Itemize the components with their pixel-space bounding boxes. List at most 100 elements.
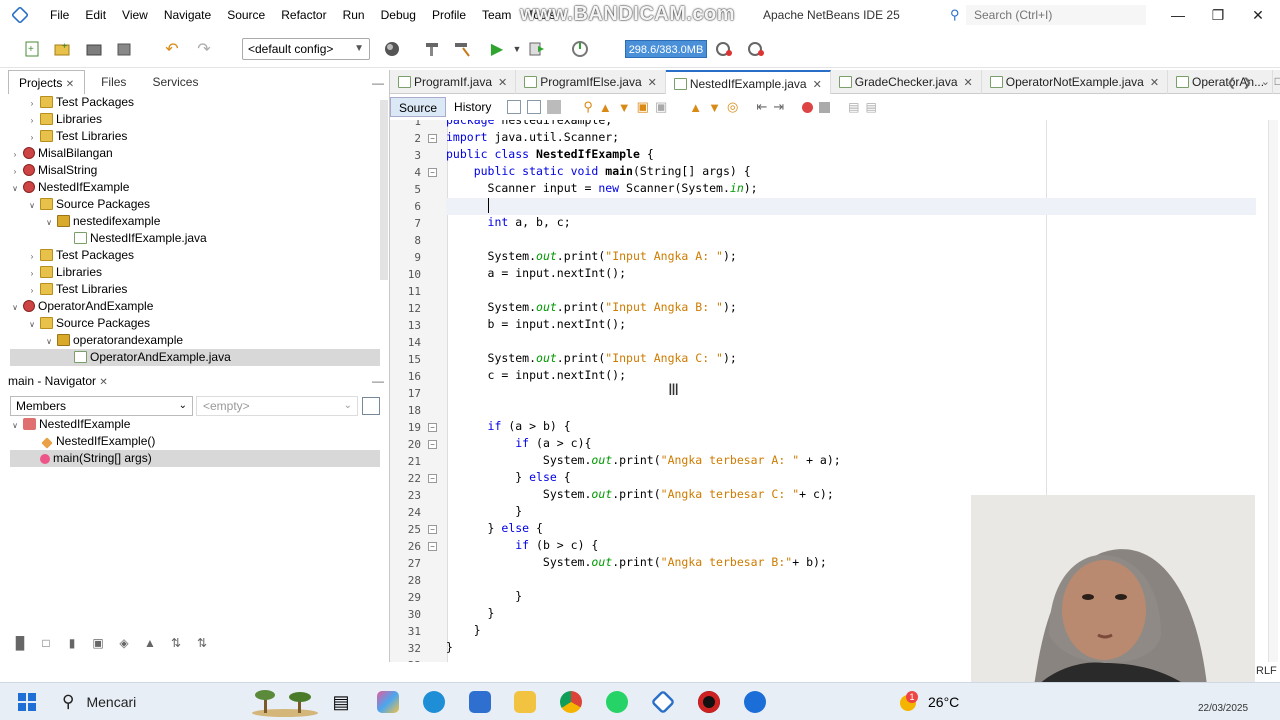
scroll-tabs-left-icon[interactable]: ❮ (1227, 76, 1236, 89)
global-search[interactable]: ⚲ (950, 5, 1155, 25)
gc-icon[interactable] (712, 37, 736, 61)
code-line[interactable]: } (446, 504, 522, 521)
minimize-panel-icon[interactable]: — (372, 76, 384, 90)
tree-item[interactable]: › Test Libraries (10, 281, 380, 298)
tab-projects[interactable]: Projects ✕ (8, 70, 86, 94)
chevron-down-icon[interactable]: ∨ (44, 333, 54, 350)
toggle-bookmark-icon[interactable]: ◎ (727, 99, 738, 115)
close-icon[interactable]: ✕ (99, 377, 107, 388)
build-hammer-icon[interactable] (420, 37, 444, 61)
chevron-down-icon[interactable]: ∨ (10, 180, 20, 197)
code-line[interactable]: a = input.nextInt(); (446, 266, 626, 283)
tree-item[interactable]: ∨ nestedifexample (10, 213, 380, 230)
editor-tab[interactable]: ProgramIf.java ✕ (390, 70, 517, 94)
tree-item[interactable]: NestedIfExample.java (10, 230, 380, 247)
chevron-down-icon[interactable]: ∨ (44, 214, 54, 231)
code-line[interactable]: b = input.nextInt(); (446, 317, 626, 334)
menu-refactor[interactable]: Refactor (273, 0, 334, 30)
find-next-icon[interactable]: ▼ (618, 100, 631, 115)
chevron-right-icon[interactable]: › (27, 95, 37, 112)
bluetooth-icon[interactable] (744, 691, 766, 713)
menu-file[interactable]: File (42, 0, 77, 30)
sort-icon[interactable]: ▲ (140, 636, 160, 654)
editor-tab[interactable]: ProgramIfElse.java ✕ (516, 70, 666, 94)
close-tab-icon[interactable]: ✕ (964, 77, 973, 89)
debug-icon[interactable] (525, 37, 549, 61)
start-macro-icon[interactable] (802, 101, 814, 113)
code-line[interactable]: int a, b, c; (446, 215, 571, 232)
code-line[interactable]: } else { (446, 470, 570, 487)
toggle-highlight-icon[interactable]: ▣ (637, 99, 649, 115)
code-line[interactable]: } else { (446, 521, 543, 538)
code-line[interactable] (446, 198, 1256, 215)
chevron-down-icon[interactable]: ∨ (27, 197, 37, 214)
tree-item[interactable]: › MisalBilangan (10, 145, 380, 162)
close-tab-icon[interactable]: ✕ (648, 77, 657, 89)
taskbar-search[interactable]: ⚲ Mencari (52, 687, 237, 717)
weather-widget[interactable]: 1 26°C (898, 689, 959, 715)
tree-item[interactable]: OperatorAndExample.java (10, 349, 380, 366)
last-edit-icon[interactable] (507, 100, 522, 114)
maximize-button[interactable]: ❐ (1203, 4, 1233, 26)
code-line[interactable]: if (a > c){ (446, 436, 591, 453)
task-view-icon[interactable]: ▤ (330, 691, 352, 713)
editor-scrollbar[interactable] (1268, 120, 1278, 662)
chevron-right-icon[interactable]: › (10, 163, 20, 180)
redo-icon[interactable]: ↷ (192, 37, 216, 61)
code-line[interactable]: System.out.print("Angka terbesar A: " + … (446, 453, 841, 470)
editor-tab[interactable]: OperatorAn... (1168, 70, 1274, 94)
edge-icon[interactable] (423, 691, 445, 713)
filter-static-icon[interactable]: □ (36, 636, 56, 654)
tree-item[interactable]: › MisalString (10, 162, 380, 179)
filter-nonpublic-icon[interactable]: ▮ (62, 636, 82, 654)
forward-icon[interactable] (547, 100, 562, 114)
chevron-right-icon[interactable]: › (10, 146, 20, 163)
tab-services[interactable]: Services (142, 70, 208, 94)
tree-item[interactable]: ∨ operatorandexample (10, 332, 380, 349)
tree-item[interactable]: › Test Packages (10, 94, 380, 111)
tree-item[interactable]: › Test Libraries (10, 128, 380, 145)
code-line[interactable]: System.out.print("Input Angka B: "); (446, 300, 737, 317)
code-line[interactable]: if (a > b) { (446, 419, 571, 436)
back-icon[interactable] (527, 100, 542, 114)
close-tab-icon[interactable]: ✕ (498, 77, 507, 89)
chrome-icon[interactable] (560, 691, 582, 713)
code-line[interactable]: package nestedifexample; (446, 120, 612, 130)
chevron-right-icon[interactable]: › (27, 265, 37, 282)
fold-toggle-icon[interactable]: − (428, 474, 437, 483)
tab-list-icon[interactable]: ⌄ (1261, 75, 1270, 88)
code-line[interactable]: public class NestedIfExample { (446, 147, 654, 164)
tree-item[interactable]: › Libraries (10, 111, 380, 128)
menu-source[interactable]: Source (219, 0, 273, 30)
history-mode-button[interactable]: History (446, 97, 499, 117)
menu-view[interactable]: View (114, 0, 156, 30)
code-line[interactable]: } (446, 623, 481, 640)
navigator-settings-icon[interactable] (362, 397, 380, 415)
store-icon[interactable] (469, 691, 491, 713)
new-file-icon[interactable]: + (20, 37, 44, 61)
new-project-icon[interactable]: + (50, 37, 74, 61)
uncomment-icon[interactable]: ▤ (866, 100, 877, 114)
filter-inherited-icon[interactable]: ▣ (88, 636, 108, 654)
windows-start-icon[interactable] (18, 693, 36, 711)
copilot-icon[interactable] (377, 691, 399, 713)
close-tab-icon[interactable]: ✕ (1150, 77, 1159, 89)
menu-run[interactable]: Run (335, 0, 373, 30)
profile-icon[interactable] (568, 37, 592, 61)
search-input[interactable] (966, 5, 1146, 25)
tab-files[interactable]: Files (91, 70, 136, 94)
code-line[interactable]: } (446, 640, 453, 657)
comment-icon[interactable]: ▤ (848, 100, 859, 114)
close-project-icon[interactable] (112, 37, 136, 61)
tree-item[interactable]: › Libraries (10, 264, 380, 281)
code-line[interactable]: System.out.print("Angka terbesar C: "+ c… (446, 487, 834, 504)
chevron-right-icon[interactable]: › (27, 282, 37, 299)
fold-toggle-icon[interactable]: − (428, 542, 437, 551)
chevron-down-icon[interactable]: ∨ (10, 417, 20, 434)
menu-navigate[interactable]: Navigate (156, 0, 219, 30)
fold-toggle-icon[interactable]: − (428, 168, 437, 177)
chevron-down-icon[interactable]: ∨ (27, 316, 37, 333)
editor-tab[interactable]: OperatorNotExample.java ✕ (982, 70, 1169, 94)
stop-macro-icon[interactable] (819, 101, 831, 113)
menu-profile[interactable]: Profile (424, 0, 474, 30)
